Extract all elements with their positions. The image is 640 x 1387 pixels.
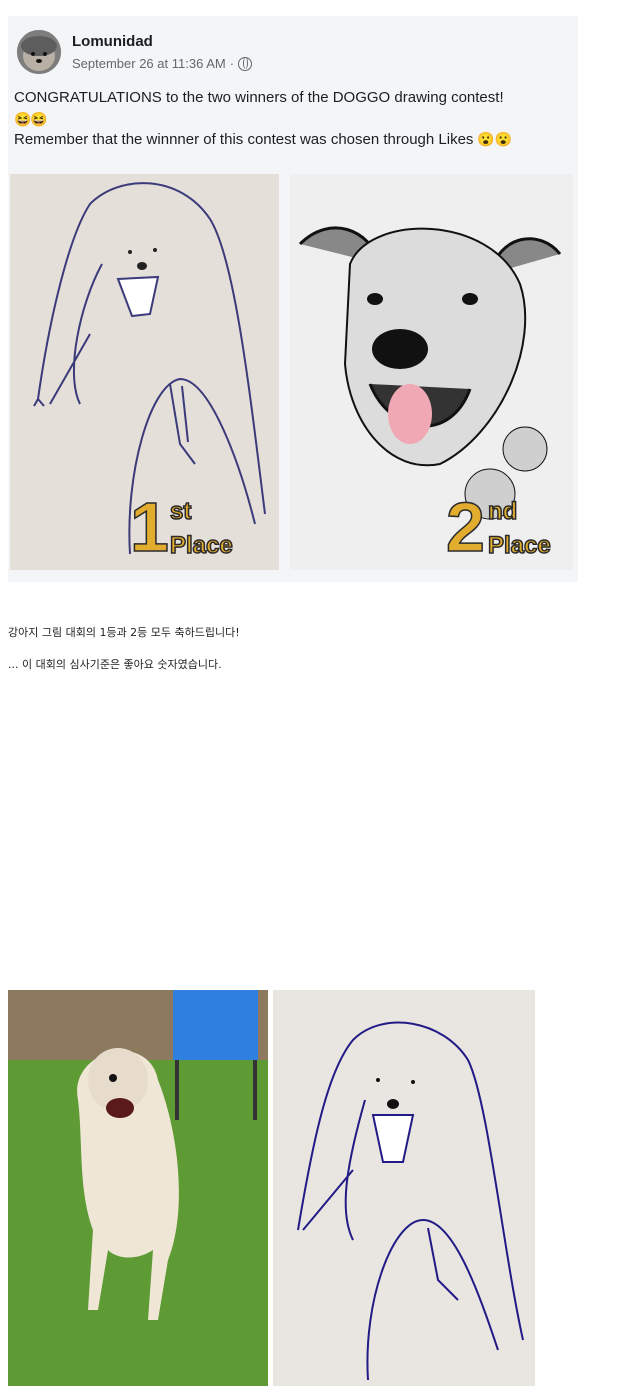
- doodle-dog-comparison[interactable]: [273, 990, 535, 1386]
- caption-line1: 강아지 그림 대회의 1등과 2등 모두 축하드립니다!: [8, 626, 240, 639]
- real-dog-photo[interactable]: [8, 990, 268, 1386]
- dog-photo-image: [8, 990, 268, 1386]
- first-place-suffix: st: [169, 498, 192, 525]
- post-timestamp[interactable]: September 26 at 11:36 AM: [72, 56, 226, 71]
- first-place-word: Place: [169, 532, 233, 559]
- post-text-line2: Remember that the winnner of this contes…: [14, 131, 512, 148]
- second-place-drawing[interactable]: 2 nd Place: [290, 174, 573, 570]
- avatar[interactable]: [17, 30, 61, 74]
- surprised-emoji-icon: 😮😮: [477, 131, 513, 147]
- realistic-dog-sketch: [298, 226, 562, 520]
- caption-line2: ... 이 대회의 심사기준은 좋아요 숫자였습니다.: [8, 658, 222, 671]
- author-name[interactable]: Lomunidad: [72, 33, 153, 50]
- post-text-line2-label: Remember that the winnner of this contes…: [14, 131, 474, 148]
- facebook-post: Lomunidad September 26 at 11:36 AM · CON…: [8, 16, 578, 582]
- doodle-dog-drawing-2: [297, 1021, 524, 1381]
- post-meta: September 26 at 11:36 AM ·: [72, 56, 253, 71]
- post-text-line1: CONGRATULATIONS to the two winners of th…: [14, 89, 504, 106]
- globe-icon: [238, 56, 253, 71]
- first-place-label: 1: [129, 488, 169, 566]
- second-place-label: 2: [445, 488, 485, 566]
- second-place-suffix: nd: [487, 498, 518, 525]
- second-place-word: Place: [487, 532, 551, 559]
- laughing-emoji-row: 😆😆: [14, 111, 48, 127]
- first-place-drawing[interactable]: 1 st Place: [10, 174, 279, 570]
